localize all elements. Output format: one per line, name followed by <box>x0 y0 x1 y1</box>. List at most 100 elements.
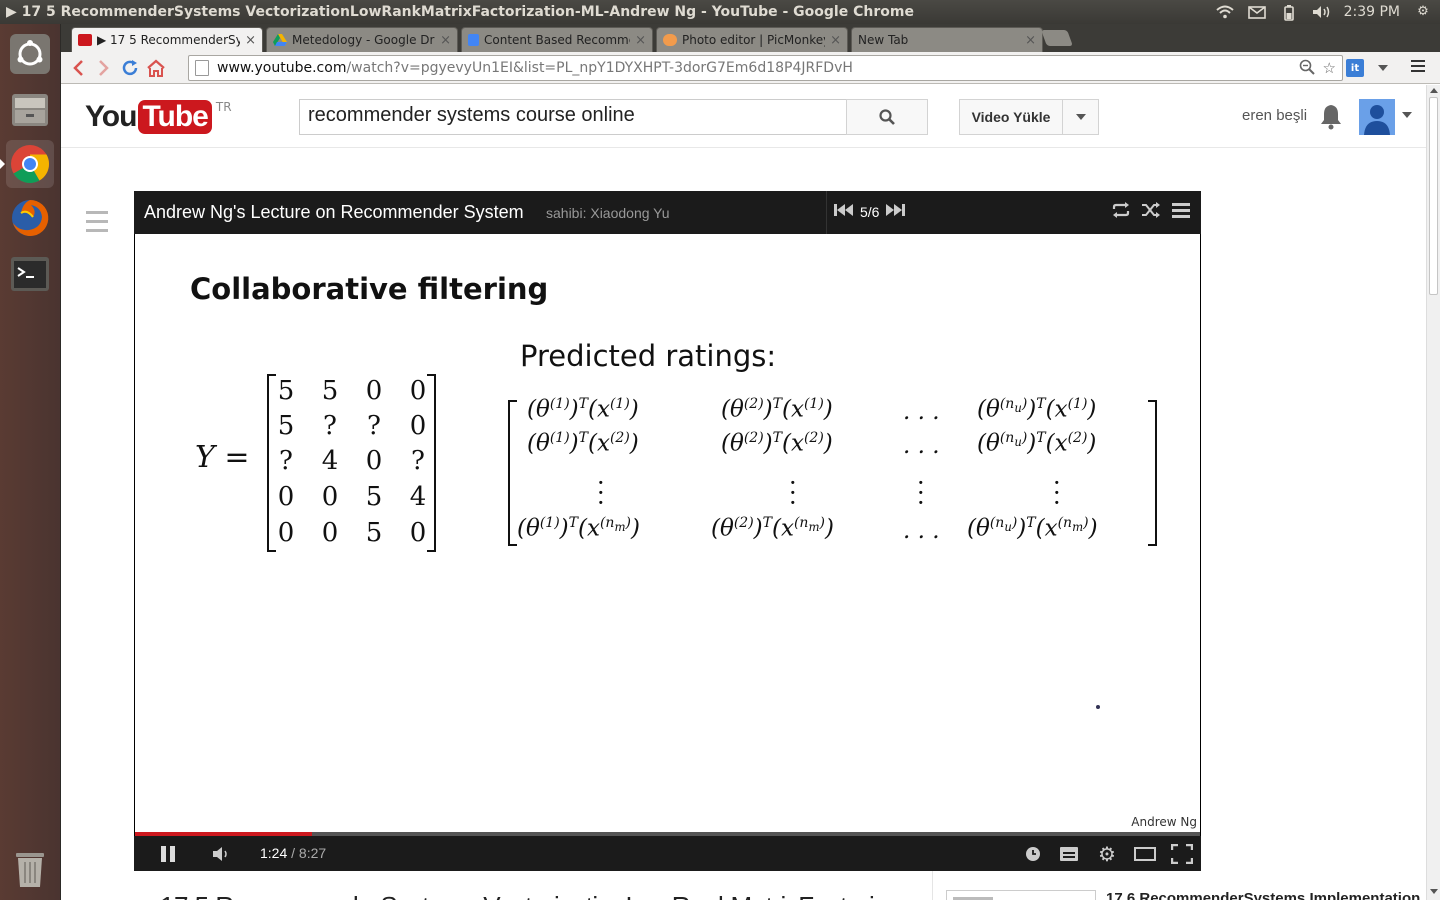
next-video-icon[interactable] <box>885 203 906 220</box>
y-matrix-cell: 0 <box>321 482 339 512</box>
volume-icon[interactable] <box>1312 5 1330 19</box>
settings-gear-icon[interactable]: ⚙ <box>1414 5 1432 19</box>
playlist-title[interactable]: Andrew Ng's Lecture on Recommender Syste… <box>144 202 524 223</box>
window-title: ▶ 17 5 RecommenderSystems VectorizationL… <box>6 4 914 20</box>
tab-youtube[interactable]: ▶ 17 5 RecommenderSyst × <box>71 27 263 52</box>
mail-icon[interactable] <box>1247 5 1266 19</box>
search-icon <box>879 109 895 125</box>
chevron-down-icon <box>1075 114 1086 120</box>
chrome-menu-icon[interactable] <box>1411 60 1425 72</box>
y-matrix-cell: ? <box>411 446 425 476</box>
terminal-icon[interactable] <box>6 250 54 298</box>
previous-video-icon[interactable] <box>834 203 854 220</box>
trash-icon[interactable] <box>6 844 54 892</box>
fullscreen-button[interactable] <box>1170 844 1194 864</box>
files-icon[interactable] <box>6 86 54 134</box>
tab-label: Photo editor | PicMonkey: <box>682 33 826 47</box>
tab-docs[interactable]: Content Based Recomme × <box>461 27 653 52</box>
close-tab-icon[interactable]: × <box>635 33 646 48</box>
y-matrix-cell: 0 <box>409 518 427 548</box>
close-tab-icon[interactable]: × <box>1025 33 1036 48</box>
playlist-menu-icon[interactable] <box>1171 201 1191 221</box>
notification-bell-icon[interactable] <box>1319 102 1343 130</box>
slide-credit: Andrew Ng <box>1131 815 1197 829</box>
loop-icon[interactable] <box>1111 201 1131 221</box>
vertical-ellipsis: · · · <box>789 469 797 517</box>
y-matrix-cell: 0 <box>277 482 295 512</box>
y-matrix-cell: 4 <box>409 482 427 512</box>
logo-you-text: You <box>85 100 137 133</box>
masthead: You Tube TR recommender systems course o… <box>61 85 1426 148</box>
settings-button[interactable]: ⚙ <box>1096 844 1118 866</box>
logo-tube-text: Tube <box>138 100 212 134</box>
upload-button[interactable]: Video Yükle <box>959 99 1063 135</box>
search-input[interactable]: recommender systems course online <box>299 99 847 135</box>
upload-menu-button[interactable] <box>1062 99 1099 135</box>
pause-button[interactable] <box>158 844 178 864</box>
close-tab-icon[interactable]: × <box>830 33 841 48</box>
home-icon[interactable] <box>143 55 169 81</box>
close-tab-icon[interactable]: × <box>440 33 451 48</box>
captions-button[interactable] <box>1058 844 1080 864</box>
scroll-down-arrow-icon[interactable] <box>1430 889 1438 894</box>
fullscreen-icon <box>1171 844 1193 864</box>
clock[interactable]: 2:39 PM <box>1344 4 1400 20</box>
prediction-cell: (θ(1))T(x(nm)) <box>517 515 640 542</box>
tab-drive[interactable]: Metedology - Google Driv × <box>266 27 458 52</box>
url-path: /watch?v=pgyevyUn1EI&list=PL_npY1DYXHPT-… <box>346 60 853 76</box>
forward-arrow-icon[interactable] <box>91 55 117 81</box>
tab-new[interactable]: New Tab × <box>851 27 1043 52</box>
playlist-owner[interactable]: sahibi: Xiaodong Yu <box>546 205 670 221</box>
vertical-ellipsis: · · · <box>1053 469 1061 517</box>
volume-button[interactable] <box>210 844 234 864</box>
avatar[interactable] <box>1359 99 1395 135</box>
chrome-icon[interactable] <box>6 140 54 188</box>
zoom-icon[interactable] <box>1299 59 1315 79</box>
related-video-thumbnail[interactable] <box>946 890 1096 900</box>
y-matrix-cell: 0 <box>321 518 339 548</box>
prediction-cell: (θ(2))T(x(2)) <box>721 430 833 457</box>
ubuntu-dash-icon[interactable] <box>6 30 54 78</box>
extension-menu-caret-icon[interactable] <box>1378 65 1388 71</box>
battery-icon[interactable] <box>1280 5 1298 21</box>
watch-later-button[interactable] <box>1022 844 1044 864</box>
total-time: / 8:27 <box>287 845 327 861</box>
scroll-up-arrow-icon[interactable] <box>1430 88 1438 93</box>
username[interactable]: eren beşli <box>1242 107 1307 124</box>
playlist-position: 5/6 <box>860 203 880 220</box>
page-info-icon[interactable] <box>195 60 209 76</box>
related-video-title[interactable]: 17 6 RecommenderSystems Implementational… <box>1106 890 1424 900</box>
player-controls: 1:24 / 8:27 ⚙ <box>134 836 1201 871</box>
prediction-cell: (θ(1))T(x(1)) <box>527 396 639 423</box>
firefox-icon[interactable] <box>6 194 54 242</box>
wifi-icon[interactable] <box>1215 5 1234 19</box>
reload-icon[interactable] <box>117 55 143 81</box>
guide-menu-icon[interactable] <box>86 211 108 235</box>
new-tab-button[interactable] <box>1041 30 1073 46</box>
video-frame[interactable]: Collaborative filtering Predicted rating… <box>135 234 1200 832</box>
youtube-logo[interactable]: You Tube TR <box>85 100 232 134</box>
back-arrow-icon[interactable] <box>65 55 91 81</box>
y-matrix-cell: ? <box>367 411 381 441</box>
prediction-cell: (θ(nu))T(x(nm)) <box>967 515 1098 542</box>
shuffle-icon[interactable] <box>1141 201 1161 221</box>
address-bar[interactable]: www.youtube.com /watch?v=pgyevyUn1EI&lis… <box>188 55 1343 81</box>
account-menu-caret-icon[interactable] <box>1402 112 1412 118</box>
extension-icon[interactable]: it <box>1346 59 1364 77</box>
bookmark-star-icon[interactable]: ☆ <box>1323 59 1336 79</box>
docs-favicon-icon <box>468 34 479 46</box>
y-matrix-cell: ? <box>279 446 293 476</box>
theater-mode-button[interactable] <box>1133 844 1157 864</box>
page-scrollbar[interactable] <box>1426 85 1440 900</box>
theater-mode-icon <box>1134 847 1156 861</box>
scrollbar-thumb[interactable] <box>1429 97 1438 295</box>
video-player[interactable]: Andrew Ng's Lecture on Recommender Syste… <box>134 191 1201 871</box>
tab-picmonkey[interactable]: Photo editor | PicMonkey: × <box>656 27 848 52</box>
y-matrix-cell: 5 <box>277 411 295 441</box>
y-matrix-cell: 0 <box>409 376 427 406</box>
volume-icon <box>213 847 227 861</box>
search-button[interactable] <box>846 99 928 135</box>
top-panel: ▶ 17 5 RecommenderSystems VectorizationL… <box>0 0 1440 24</box>
close-tab-icon[interactable]: × <box>245 33 256 48</box>
prediction-cell: (θ(nu))T(x(1)) <box>977 396 1097 423</box>
